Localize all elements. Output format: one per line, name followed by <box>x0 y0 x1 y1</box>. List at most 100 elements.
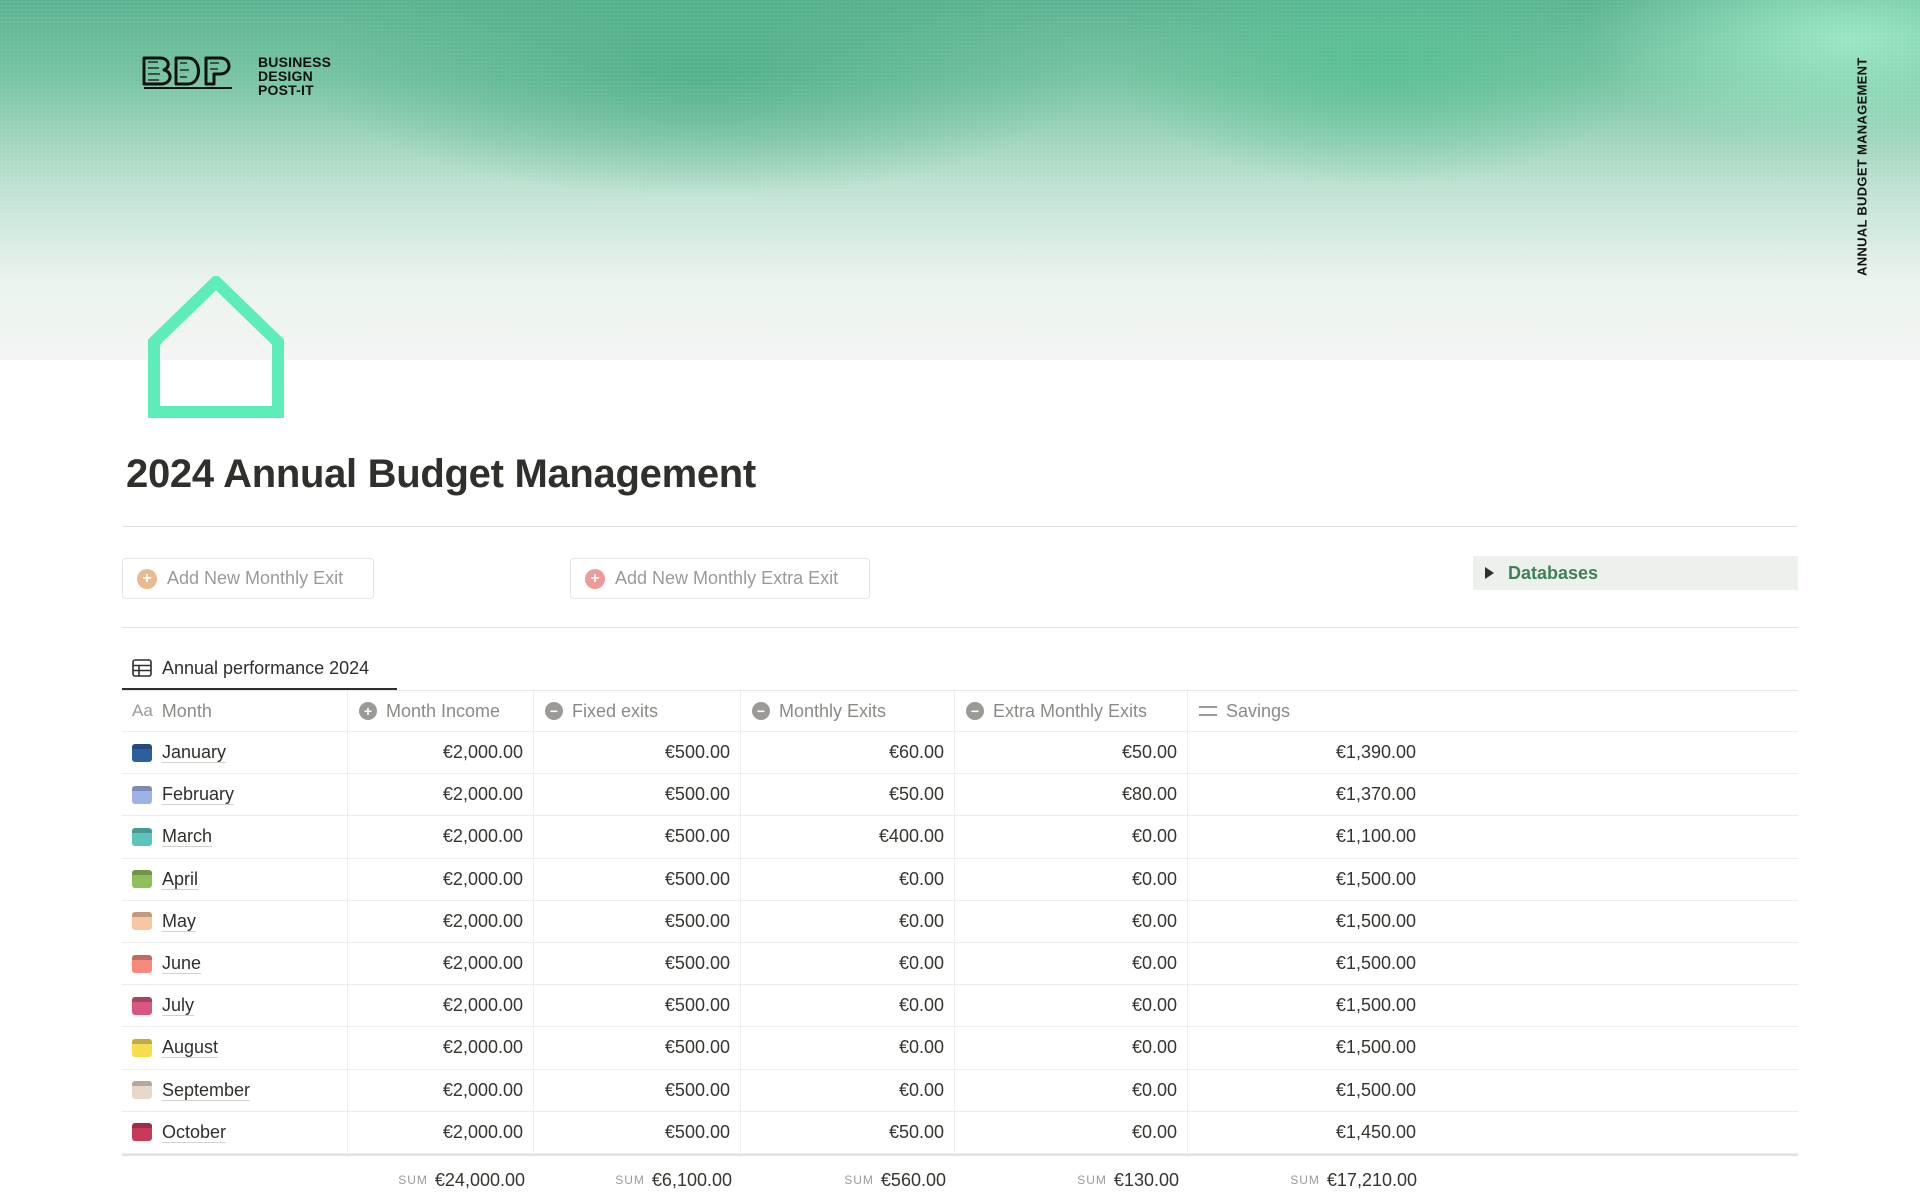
column-header-extra[interactable]: − Extra Monthly Exits <box>955 691 1188 731</box>
extra-cell[interactable]: €0.00 <box>955 816 1188 858</box>
fixed-cell[interactable]: €500.00 <box>534 1069 741 1111</box>
sum-monthly-cell[interactable]: SUM €560.00 <box>741 1166 955 1194</box>
extra-cell[interactable]: €0.00 <box>955 1027 1188 1069</box>
extra-cell[interactable]: €0.00 <box>955 985 1188 1027</box>
income-cell[interactable]: €2,000.00 <box>348 816 534 858</box>
table-row[interactable]: March €2,000.00 €500.00 €400.00 €0.00 €1… <box>122 816 1798 859</box>
month-cell[interactable]: January <box>122 732 348 774</box>
month-cell[interactable]: July <box>122 985 348 1027</box>
monthly-cell[interactable]: €50.00 <box>741 774 955 816</box>
sum-label: SUM <box>615 1173 645 1187</box>
column-header-month[interactable]: Aa Month <box>122 691 348 731</box>
fixed-cell[interactable]: €500.00 <box>534 900 741 942</box>
income-cell[interactable]: €2,000.00 <box>348 1027 534 1069</box>
savings-cell[interactable]: €1,500.00 <box>1188 1070 1798 1111</box>
add-monthly-extra-exit-button[interactable]: + Add New Monthly Extra Exit <box>570 558 870 599</box>
fixed-cell[interactable]: €500.00 <box>534 1111 741 1153</box>
month-name[interactable]: June <box>162 953 202 975</box>
table-row[interactable]: January €2,000.00 €500.00 €60.00 €50.00 … <box>122 732 1798 775</box>
income-cell[interactable]: €2,000.00 <box>348 732 534 774</box>
table-row[interactable]: October €2,000.00 €500.00 €50.00 €0.00 €… <box>122 1111 1798 1154</box>
column-header-monthly[interactable]: − Monthly Exits <box>741 691 955 731</box>
extra-cell[interactable]: €50.00 <box>955 732 1188 774</box>
extra-cell[interactable]: €0.00 <box>955 942 1188 985</box>
month-name[interactable]: October <box>162 1122 227 1143</box>
month-name[interactable]: May <box>162 911 197 932</box>
savings-cell[interactable]: €1,370.00 <box>1188 774 1798 815</box>
extra-cell[interactable]: €0.00 <box>955 900 1188 942</box>
savings-cell[interactable]: €1,100.00 <box>1188 816 1798 857</box>
fixed-cell[interactable]: €500.00 <box>534 1027 741 1069</box>
fixed-cell[interactable]: €500.00 <box>534 942 741 985</box>
monthly-cell[interactable]: €0.00 <box>741 985 955 1027</box>
month-name[interactable]: March <box>162 826 213 848</box>
income-cell[interactable]: €2,000.00 <box>348 942 534 985</box>
fixed-cell[interactable]: €500.00 <box>534 985 741 1027</box>
income-cell[interactable]: €2,000.00 <box>348 858 534 900</box>
monthly-cell[interactable]: €0.00 <box>741 1069 955 1111</box>
sum-fixed-cell[interactable]: SUM €6,100.00 <box>534 1166 741 1194</box>
monthly-cell[interactable]: €50.00 <box>741 1111 955 1153</box>
month-cell[interactable]: February <box>122 774 348 816</box>
extra-cell[interactable]: €80.00 <box>955 774 1188 816</box>
column-header-income[interactable]: + Month Income <box>348 691 534 731</box>
table-row[interactable]: February €2,000.00 €500.00 €50.00 €80.00… <box>122 774 1798 817</box>
month-cell[interactable]: April <box>122 858 348 900</box>
savings-cell[interactable]: €1,500.00 <box>1188 1027 1798 1068</box>
table-row[interactable]: May €2,000.00 €500.00 €0.00 €0.00 €1,500… <box>122 900 1798 943</box>
monthly-cell[interactable]: €0.00 <box>741 942 955 985</box>
month-cell[interactable]: August <box>122 1027 348 1069</box>
month-name[interactable]: September <box>162 1080 251 1101</box>
triangle-right-icon[interactable] <box>1485 567 1494 579</box>
income-cell[interactable]: €2,000.00 <box>348 774 534 816</box>
tab-annual-performance[interactable]: Annual performance 2024 <box>122 648 397 690</box>
month-name[interactable]: July <box>162 995 195 1017</box>
fixed-cell[interactable]: €500.00 <box>534 816 741 858</box>
monthly-cell[interactable]: €60.00 <box>741 732 955 774</box>
table-row[interactable]: September €2,000.00 €500.00 €0.00 €0.00 … <box>122 1069 1798 1112</box>
monthly-cell[interactable]: €0.00 <box>741 858 955 900</box>
month-cell[interactable]: March <box>122 816 348 858</box>
databases-toggle[interactable]: Databases <box>1473 556 1798 590</box>
savings-cell[interactable]: €1,500.00 <box>1188 901 1798 942</box>
table-row[interactable]: April €2,000.00 €500.00 €0.00 €0.00 €1,5… <box>122 858 1798 901</box>
income-cell[interactable]: €2,000.00 <box>348 900 534 942</box>
income-cell[interactable]: €2,000.00 <box>348 1069 534 1111</box>
savings-cell[interactable]: €1,390.00 <box>1188 732 1798 773</box>
savings-cell[interactable]: €1,450.00 <box>1188 1112 1798 1153</box>
fixed-cell[interactable]: €500.00 <box>534 732 741 774</box>
month-cell[interactable]: May <box>122 900 348 942</box>
table-row[interactable]: August €2,000.00 €500.00 €0.00 €0.00 €1,… <box>122 1027 1798 1070</box>
add-monthly-exit-button[interactable]: + Add New Monthly Exit <box>122 558 374 599</box>
sum-savings-cell[interactable]: SUM €17,210.00 <box>1188 1166 1426 1194</box>
monthly-cell[interactable]: €0.00 <box>741 1027 955 1069</box>
savings-cell[interactable]: €1,500.00 <box>1188 985 1798 1026</box>
table-row[interactable]: June €2,000.00 €500.00 €0.00 €0.00 €1,50… <box>122 942 1798 986</box>
monthly-cell[interactable]: €400.00 <box>741 816 955 858</box>
month-name[interactable]: January <box>162 742 227 764</box>
extra-cell[interactable]: €0.00 <box>955 1111 1188 1153</box>
savings-cell[interactable]: €1,500.00 <box>1188 859 1798 900</box>
month-cell[interactable]: October <box>122 1111 348 1153</box>
income-cell[interactable]: €2,000.00 <box>348 985 534 1027</box>
month-cell[interactable]: June <box>122 942 348 985</box>
month-name[interactable]: August <box>162 1037 219 1059</box>
sum-extra-cell[interactable]: SUM €130.00 <box>955 1166 1188 1194</box>
month-name[interactable]: February <box>162 784 235 806</box>
page-cover[interactable]: BUSINESS DESIGN POST-IT ANNUAL BUDGET MA… <box>0 0 1920 360</box>
table-row[interactable]: July €2,000.00 €500.00 €0.00 €0.00 €1,50… <box>122 985 1798 1028</box>
month-cell[interactable]: September <box>122 1069 348 1111</box>
column-header-fixed[interactable]: − Fixed exits <box>534 691 741 731</box>
extra-cell[interactable]: €0.00 <box>955 1069 1188 1111</box>
sum-income-cell[interactable]: SUM €24,000.00 <box>348 1166 534 1194</box>
monthly-cell[interactable]: €0.00 <box>741 900 955 942</box>
income-cell[interactable]: €2,000.00 <box>348 1111 534 1153</box>
extra-cell[interactable]: €0.00 <box>955 858 1188 900</box>
page-title[interactable]: 2024 Annual Budget Management <box>126 452 756 497</box>
savings-cell[interactable]: €1,500.00 <box>1188 943 1798 984</box>
fixed-cell[interactable]: €500.00 <box>534 858 741 900</box>
month-name[interactable]: April <box>162 869 199 890</box>
fixed-cell[interactable]: €500.00 <box>534 774 741 816</box>
column-header-savings[interactable]: Savings <box>1188 691 1798 731</box>
house-outline-icon[interactable] <box>148 276 284 420</box>
